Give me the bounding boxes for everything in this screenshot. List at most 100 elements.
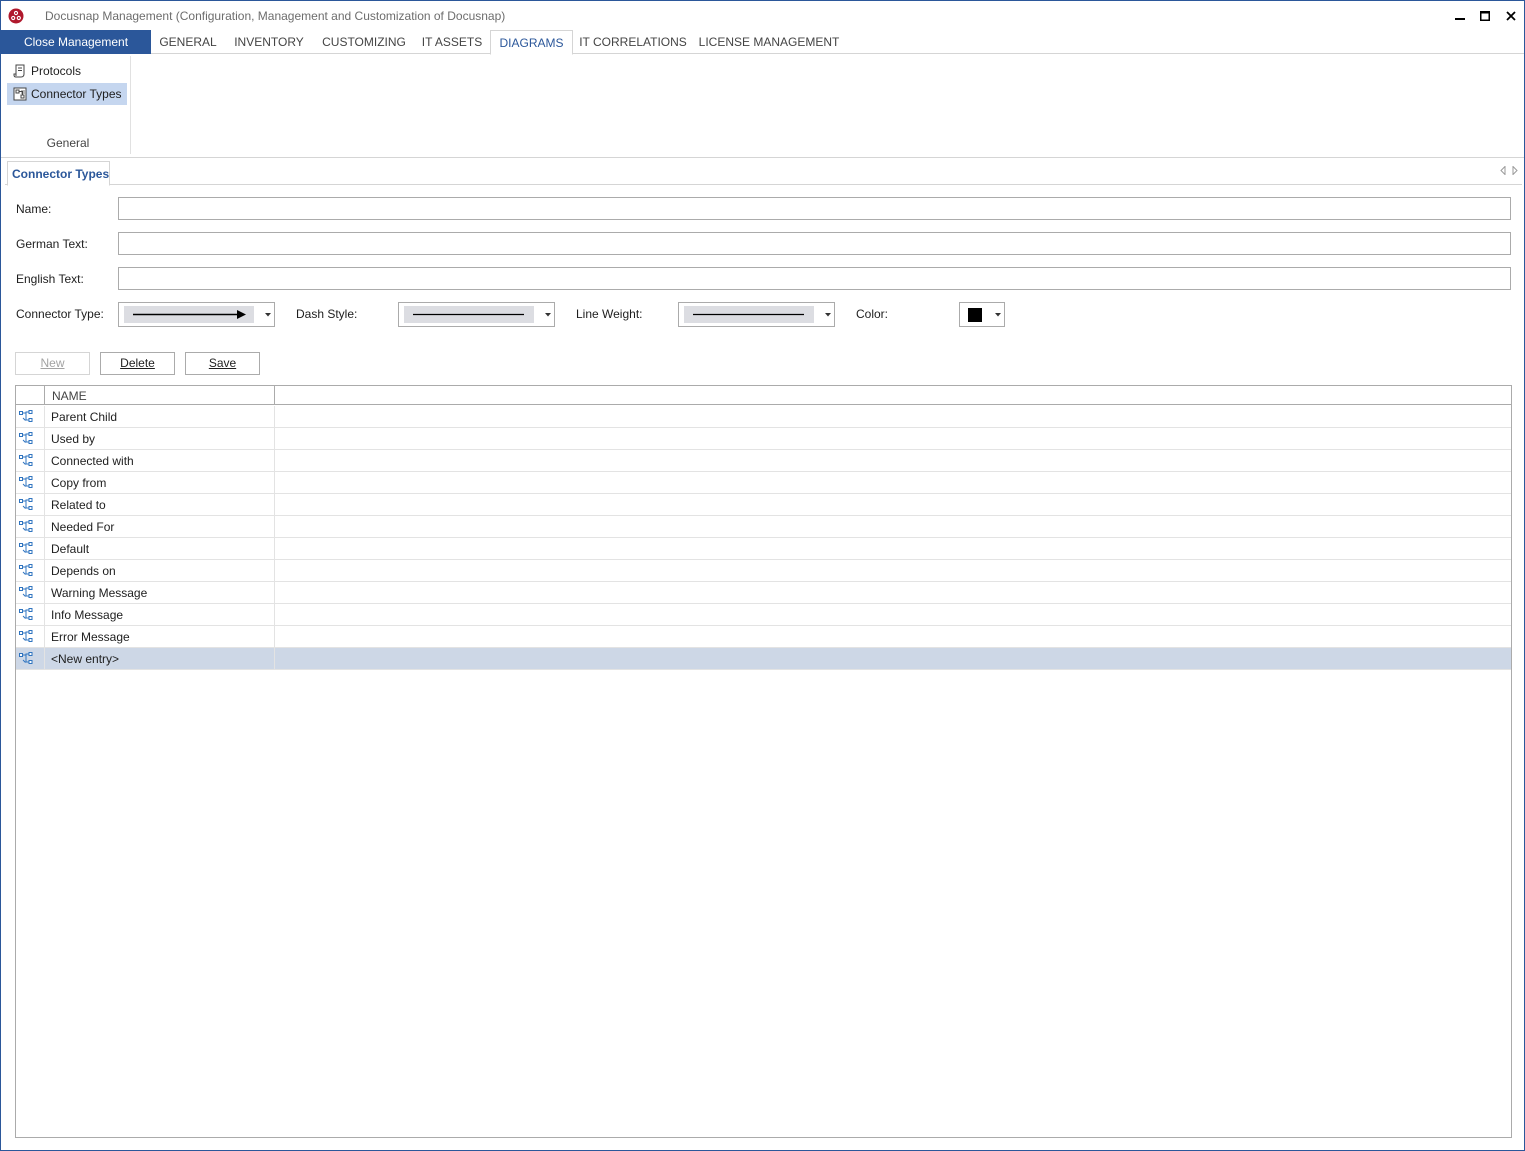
cell-separator: [274, 538, 275, 560]
connector-type-icon: [19, 410, 33, 426]
ribbon-group-label: General: [46, 136, 90, 150]
new-button[interactable]: New: [15, 352, 90, 375]
close-button[interactable]: [1498, 5, 1524, 27]
tab-it-assets[interactable]: IT ASSETS: [417, 30, 487, 54]
ribbon-tab-bar: Close Management GENERAL INVENTORY CUSTO…: [1, 30, 1524, 55]
close-icon: [1506, 11, 1516, 21]
column-separator[interactable]: [274, 386, 275, 405]
line-weight-combo[interactable]: [678, 302, 835, 327]
cell-separator: [44, 604, 45, 626]
protocols-icon: [13, 64, 25, 78]
connector-type-combo[interactable]: [118, 302, 275, 327]
dash-style-label: Dash Style:: [296, 307, 358, 321]
connector-type-icon: [19, 652, 33, 668]
tab-connector-types[interactable]: Connector Types: [7, 161, 110, 186]
row-name: Info Message: [51, 608, 124, 622]
table-row[interactable]: Needed For: [16, 516, 1511, 538]
row-name: Warning Message: [51, 586, 148, 600]
connector-types-grid[interactable]: NAME Parent Child Used by Connected with Co…: [15, 385, 1512, 1138]
dash-style-preview: [404, 306, 534, 323]
cell-separator: [274, 604, 275, 626]
table-row[interactable]: Parent Child: [16, 406, 1511, 428]
tab-scroll-arrows: [1500, 166, 1518, 175]
connector-type-label: Connector Type:: [16, 307, 104, 321]
maximize-button[interactable]: [1472, 5, 1498, 27]
row-name: <New entry>: [51, 652, 120, 666]
table-row[interactable]: Used by: [16, 428, 1511, 450]
grid-header: NAME: [16, 386, 1511, 405]
table-row[interactable]: Connected with: [16, 450, 1511, 472]
ribbon-item-label: Connector Types: [31, 87, 122, 101]
tab-it-correlations[interactable]: IT CORRELATIONS: [577, 30, 689, 54]
row-name: Connected with: [51, 454, 134, 468]
chevron-down-icon: [265, 313, 271, 317]
cell-separator: [44, 428, 45, 450]
connector-type-icon: [19, 630, 33, 646]
row-name: Default: [51, 542, 90, 556]
connector-type-preview: [124, 306, 254, 323]
row-name: Error Message: [51, 630, 130, 644]
ribbon-item-label: Protocols: [31, 64, 82, 78]
color-picker[interactable]: [959, 302, 1005, 327]
table-row[interactable]: Error Message: [16, 626, 1511, 648]
table-row[interactable]: Depends on: [16, 560, 1511, 582]
connector-type-icon: [19, 564, 33, 580]
name-label: Name:: [16, 202, 52, 216]
connector-types-icon: [13, 87, 27, 101]
new-button-label: New: [40, 356, 65, 370]
cell-separator: [274, 406, 275, 428]
english-text-field[interactable]: [118, 267, 1511, 290]
tab-inventory[interactable]: INVENTORY: [227, 30, 311, 54]
connector-type-icon: [19, 586, 33, 602]
cell-separator: [274, 428, 275, 450]
table-row[interactable]: Related to: [16, 494, 1511, 516]
tab-license-management[interactable]: LICENSE MANAGEMENT: [695, 30, 843, 54]
cell-separator: [44, 516, 45, 538]
tab-customizing[interactable]: CUSTOMIZING: [315, 30, 413, 54]
cell-separator: [274, 582, 275, 604]
scroll-right-icon[interactable]: [1512, 166, 1518, 175]
cell-separator: [274, 516, 275, 538]
scroll-left-icon[interactable]: [1500, 166, 1506, 175]
row-name: Parent Child: [51, 410, 118, 424]
cell-separator: [44, 582, 45, 604]
name-field[interactable]: [118, 197, 1511, 220]
tab-general[interactable]: GENERAL: [153, 30, 223, 54]
line-weight-label: Line Weight:: [576, 307, 643, 321]
delete-button[interactable]: Delete: [100, 352, 175, 375]
cell-separator: [44, 494, 45, 516]
document-tab-strip: Connector Types: [5, 161, 1522, 186]
column-header-name[interactable]: NAME: [52, 389, 87, 403]
dash-style-combo[interactable]: [398, 302, 555, 327]
delete-button-label: Delete: [120, 356, 155, 370]
save-button[interactable]: Save: [185, 352, 260, 375]
thin-line-icon: [693, 313, 804, 316]
table-row[interactable]: Warning Message: [16, 582, 1511, 604]
row-name: Copy from: [51, 476, 107, 490]
german-text-field[interactable]: [118, 232, 1511, 255]
management-window: Docusnap Management (Configuration, Mana…: [0, 0, 1525, 1151]
docusnap-logo-icon: [8, 8, 24, 24]
window-title: Docusnap Management (Configuration, Mana…: [45, 9, 506, 23]
table-row[interactable]: Default: [16, 538, 1511, 560]
tab-diagrams[interactable]: DIAGRAMS: [490, 30, 573, 55]
ribbon-item-protocols[interactable]: Protocols: [7, 60, 127, 82]
cell-separator: [44, 472, 45, 494]
save-button-label: Save: [208, 356, 237, 370]
color-swatch: [968, 308, 982, 322]
ribbon-item-connector-types[interactable]: Connector Types: [7, 83, 127, 105]
table-row[interactable]: Copy from: [16, 472, 1511, 494]
line-weight-preview: [684, 306, 814, 323]
row-name: Needed For: [51, 520, 115, 534]
table-row[interactable]: Info Message: [16, 604, 1511, 626]
row-name: Depends on: [51, 564, 116, 578]
row-name: Related to: [51, 498, 106, 512]
cell-separator: [44, 560, 45, 582]
connector-type-icon: [19, 608, 33, 624]
minimize-button[interactable]: [1447, 5, 1473, 27]
cell-separator: [274, 560, 275, 582]
cell-separator: [274, 450, 275, 472]
close-management-button[interactable]: Close Management: [1, 30, 151, 54]
cell-separator: [44, 626, 45, 648]
table-row[interactable]: <New entry>: [16, 648, 1511, 670]
